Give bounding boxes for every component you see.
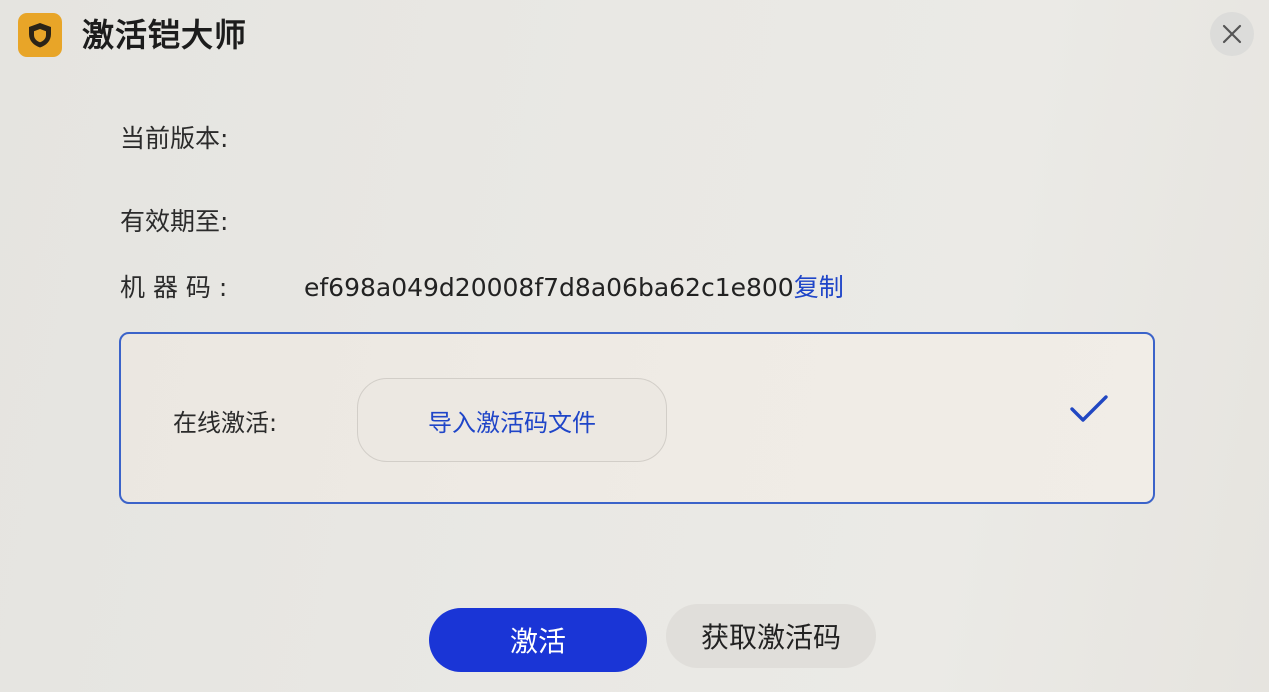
app-shield-icon [18,13,62,57]
import-activation-file-button[interactable]: 导入激活码文件 [357,378,667,462]
machine-code-label: 机 器 码 : [120,273,228,302]
activate-button[interactable]: 激活 [429,608,647,672]
machine-code-row: ef698a049d20008f7d8a06ba62c1e800复制 [304,271,844,305]
get-activation-code-button[interactable]: 获取激活码 [666,604,876,668]
close-icon [1222,24,1242,44]
check-icon [1069,394,1109,428]
current-version-label: 当前版本: [120,124,229,153]
window-title: 激活铠大师 [82,16,248,54]
close-button[interactable] [1210,12,1254,56]
online-activation-label: 在线激活: [173,409,278,437]
machine-code-value: ef698a049d20008f7d8a06ba62c1e800 [304,273,794,302]
copy-link[interactable]: 复制 [794,273,844,302]
online-activation-panel[interactable]: 在线激活: 导入激活码文件 [119,332,1155,504]
expiry-date-label: 有效期至: [120,207,229,236]
